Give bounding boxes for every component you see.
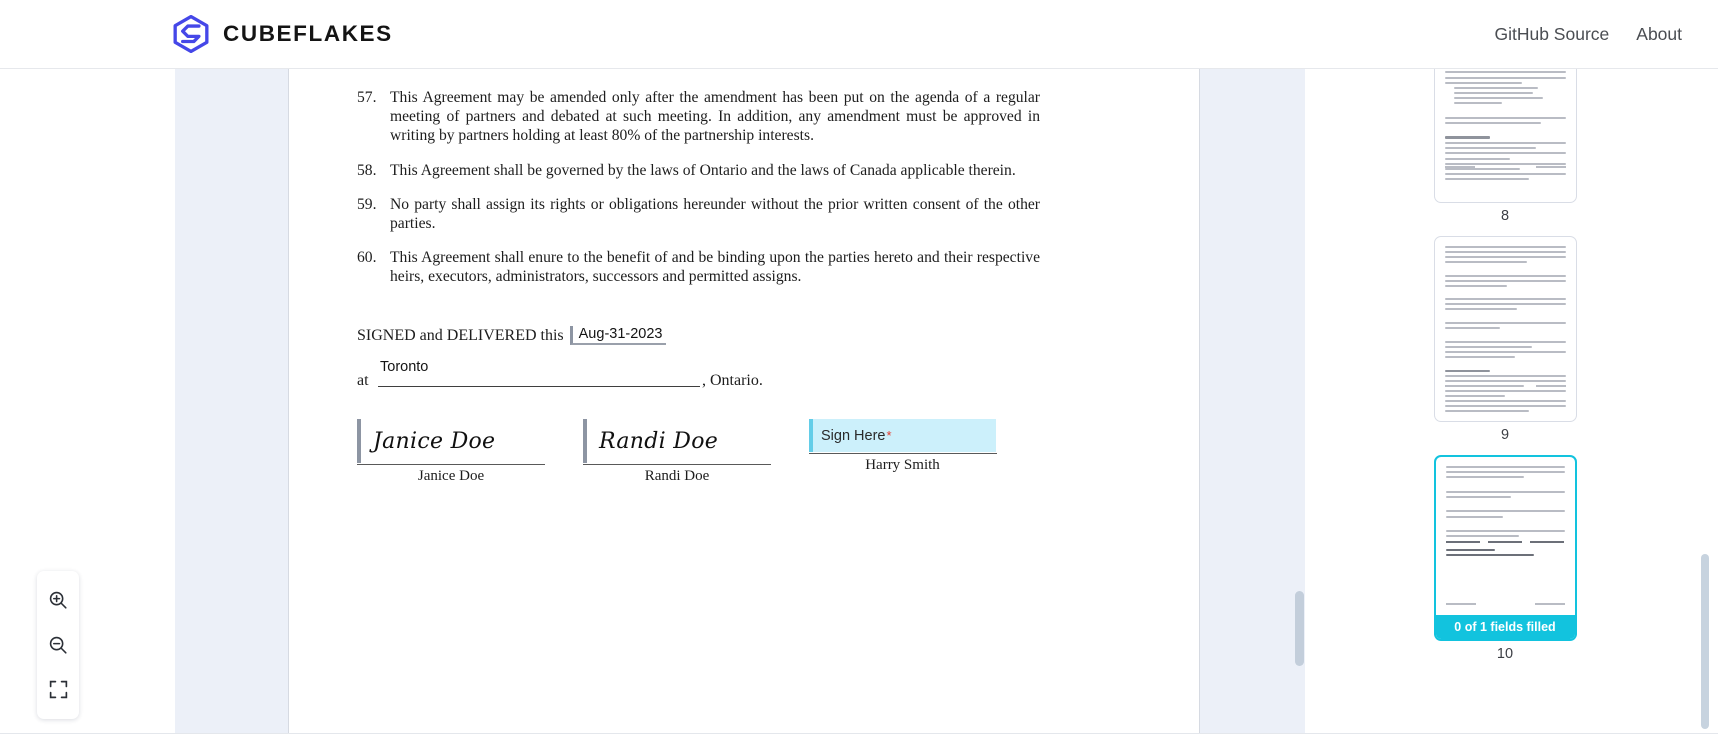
clause-text: This Agreement shall be governed by the … xyxy=(390,162,1016,179)
zoom-in-icon xyxy=(47,589,69,611)
fit-screen-icon xyxy=(48,679,69,700)
signature-name-label: Janice Doe xyxy=(417,468,485,484)
signature-rule xyxy=(583,464,771,465)
hexagon-flake-logo-icon xyxy=(172,15,210,53)
thumbnail-preview xyxy=(1435,237,1576,421)
date-field[interactable]: Aug-31-2023 xyxy=(569,326,667,346)
app-root: CUBEFLAKES GitHub Source About 57. This … xyxy=(0,0,1718,734)
clause-58: 58. This Agreement shall be governed by … xyxy=(357,161,1040,180)
thumbnail-footer xyxy=(1444,385,1566,387)
thumbnail-page-number: 10 xyxy=(1496,646,1514,662)
thumbnail-page-number: 8 xyxy=(1500,208,1510,224)
clause-number: 58. xyxy=(357,162,377,179)
thumbnail-signature-lines xyxy=(1445,541,1565,543)
document-content: 57. This Agreement may be amended only a… xyxy=(289,69,1201,734)
thumbnail-page-number: 9 xyxy=(1500,427,1510,443)
zoom-toolbar xyxy=(37,571,79,719)
workspace: 57. This Agreement may be amended only a… xyxy=(0,69,1718,734)
thumbnail-footer xyxy=(1445,603,1565,605)
main-nav: GitHub Source About xyxy=(1494,24,1682,45)
document-page: 57. This Agreement may be amended only a… xyxy=(288,69,1200,734)
clause-57: 57. This Agreement may be amended only a… xyxy=(357,88,1040,145)
sign-here-label: Sign Here xyxy=(821,427,886,444)
thumbnail-list: 8 9 0 of 1 fields filled 10 xyxy=(1305,69,1705,674)
nav-link-about[interactable]: About xyxy=(1636,24,1682,45)
city-rule xyxy=(378,386,700,387)
clause-text: This Agreement shall enure to the benefi… xyxy=(390,249,1040,286)
clause-number: 59. xyxy=(357,196,377,213)
nav-link-github-source[interactable]: GitHub Source xyxy=(1494,24,1609,45)
thumbnail-preview xyxy=(1435,69,1576,202)
clause-number: 57. xyxy=(357,89,377,106)
signature-block-randi-doe: Randi Doe Randi Doe xyxy=(583,419,771,485)
thumbnail-page-8[interactable]: 8 xyxy=(1433,69,1577,224)
signed-and-delivered-line: SIGNED and DELIVERED this Aug-31-2023 xyxy=(357,326,667,346)
thumbnail-footer xyxy=(1444,166,1566,168)
signature-name-label: Harry Smith xyxy=(865,457,940,473)
document-viewer[interactable]: 57. This Agreement may be amended only a… xyxy=(0,69,1305,734)
thumbnail-preview xyxy=(1436,457,1575,639)
city-field[interactable]: Toronto xyxy=(380,359,428,375)
page-scrollbar-thumb[interactable] xyxy=(1701,554,1709,729)
thumbnail-card-selected[interactable]: 0 of 1 fields filled xyxy=(1433,455,1577,641)
clause-59: 59. No party shall assign its rights or … xyxy=(357,195,1040,233)
province-label: , Ontario. xyxy=(702,372,763,389)
viewer-canvas: 57. This Agreement may be amended only a… xyxy=(175,69,1305,734)
sign-here-field[interactable]: Sign Here * xyxy=(809,419,996,452)
fit-screen-button[interactable] xyxy=(37,667,79,712)
clause-60: 60. This Agreement shall enure to the be… xyxy=(357,248,1040,286)
signature-rule xyxy=(809,453,997,454)
brand-home-link[interactable]: CUBEFLAKES xyxy=(172,15,393,53)
zoom-in-button[interactable] xyxy=(37,577,79,622)
thumbnail-page-9[interactable]: 9 xyxy=(1433,236,1577,443)
zoom-out-icon xyxy=(47,634,69,656)
thumbnail-card[interactable] xyxy=(1433,69,1577,203)
site-header: CUBEFLAKES GitHub Source About xyxy=(0,0,1718,69)
thumbnail-page-10[interactable]: 0 of 1 fields filled 10 xyxy=(1433,455,1577,662)
signature-rule xyxy=(357,464,545,465)
thumbnail-sidebar[interactable]: 8 9 0 of 1 fields filled 10 xyxy=(1305,69,1718,734)
signed-prefix-label: SIGNED and DELIVERED this xyxy=(357,327,564,345)
zoom-out-button[interactable] xyxy=(37,622,79,667)
signature-block-janice-doe: Janice Doe Janice Doe xyxy=(357,419,545,485)
fields-filled-badge: 0 of 1 fields filled xyxy=(1435,615,1575,639)
clause-text: This Agreement may be amended only after… xyxy=(390,89,1040,145)
at-label: at xyxy=(357,372,369,389)
clause-text: No party shall assign its rights or obli… xyxy=(390,196,1040,233)
signature-block-harry-smith: Sign Here * Harry Smith xyxy=(809,419,997,474)
required-asterisk-icon: * xyxy=(886,428,892,443)
signature-field-janice-doe[interactable]: Janice Doe xyxy=(357,419,545,463)
signature-field-randi-doe[interactable]: Randi Doe xyxy=(583,419,771,463)
signature-name-label: Randi Doe xyxy=(644,468,710,484)
brand-name: CUBEFLAKES xyxy=(223,21,393,46)
clause-number: 60. xyxy=(357,249,377,266)
viewer-scrollbar-thumb[interactable] xyxy=(1295,591,1304,666)
thumbnail-card[interactable] xyxy=(1433,236,1577,422)
